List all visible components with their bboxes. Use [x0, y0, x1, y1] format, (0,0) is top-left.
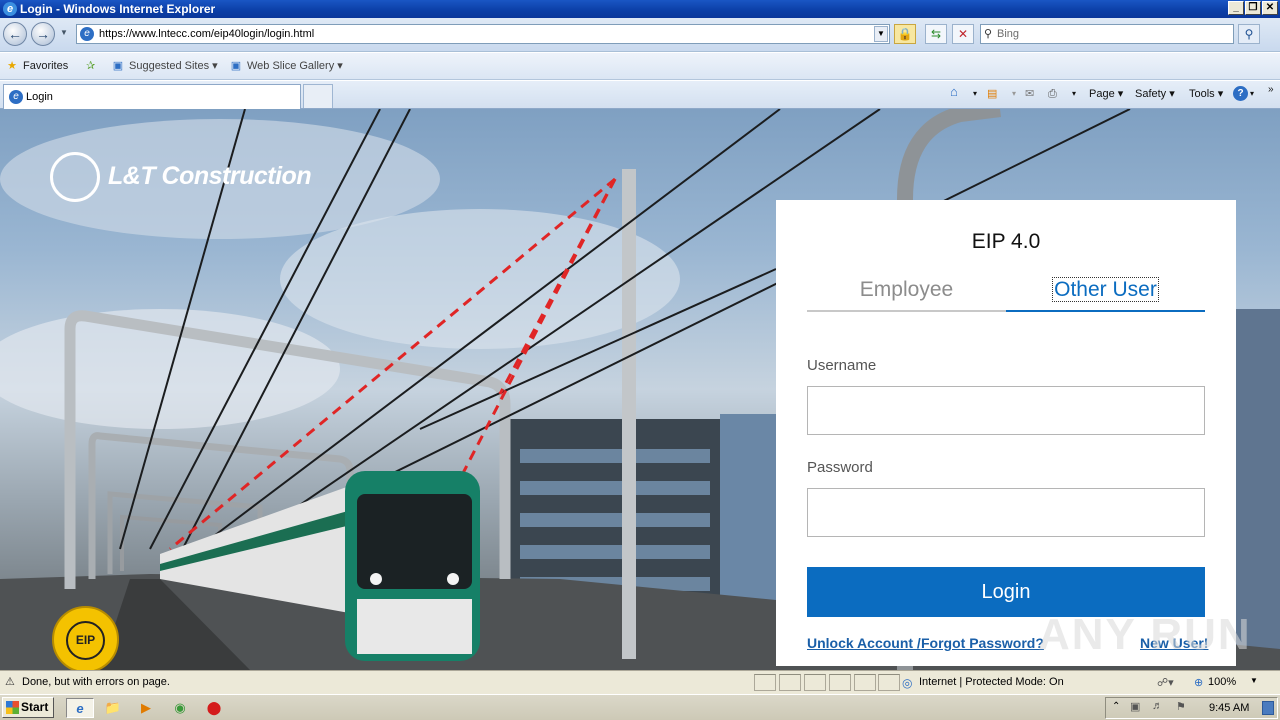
seal-label: EIP — [66, 621, 105, 660]
ie-icon: e — [3, 2, 17, 16]
back-button[interactable]: ← — [3, 22, 27, 46]
home-dropdown-icon[interactable]: ▾ — [973, 87, 977, 101]
password-label: Password — [807, 459, 873, 476]
search-go-button[interactable]: ⚲ — [1238, 24, 1260, 44]
page-icon: e — [80, 27, 94, 41]
favorites-button[interactable]: ★ Favorites — [5, 59, 68, 73]
page-icon: ▣ — [230, 60, 242, 72]
zoom-level[interactable]: 100% — [1208, 676, 1236, 688]
show-desktop-icon[interactable] — [1262, 701, 1274, 715]
favorites-bar: ★ Favorites ✰ ▣ Suggested Sites ▾ ▣ Web Sli… — [0, 53, 1280, 80]
chrome-taskbar-icon[interactable]: ◉ — [170, 698, 190, 718]
page-content: L&T Construction EIP EIP 4.0 Employee Ot… — [0, 109, 1280, 670]
stop-button[interactable]: ✕ — [952, 24, 974, 44]
system-tray: ⌃ ▣ ♬ ⚑ 9:45 AM — [1105, 697, 1278, 719]
mail-icon[interactable]: ✉ — [1025, 87, 1034, 101]
username-input[interactable] — [807, 386, 1205, 435]
page-icon: e — [9, 90, 23, 104]
status-pane — [779, 674, 801, 691]
address-input[interactable]: e https://www.lntecc.com/eip40login/logi… — [76, 24, 890, 44]
globe-icon: ◎ — [902, 676, 913, 690]
tab-employee[interactable]: Employee — [807, 270, 1006, 312]
clock[interactable]: 9:45 AM — [1209, 702, 1249, 714]
status-pane — [754, 674, 776, 691]
network-icon[interactable]: ▣ — [1130, 700, 1140, 713]
protected-mode-icon[interactable]: ☍▾ — [1157, 676, 1174, 689]
eip-seal: EIP — [52, 606, 119, 670]
search-placeholder: Bing — [997, 28, 1020, 40]
zoom-icon: ⊕ — [1194, 677, 1204, 689]
feeds-dropdown-icon[interactable]: ▾ — [1012, 87, 1016, 101]
suggested-sites-link[interactable]: ▣ Suggested Sites ▾ — [111, 59, 218, 73]
page-icon: ▣ — [112, 60, 124, 72]
unlock-account-link[interactable]: Unlock Account / — [807, 635, 921, 651]
tab-other-user[interactable]: Other User — [1006, 270, 1205, 312]
url-text: https://www.lntecc.com/eip40login/login.… — [99, 28, 315, 40]
star-icon: ★ — [7, 60, 17, 72]
start-label: Start — [21, 700, 49, 714]
address-dropdown-icon[interactable]: ▼ — [874, 26, 888, 42]
internet-explorer-taskbar-icon[interactable]: e — [66, 698, 94, 718]
home-icon[interactable]: ⌂ — [950, 85, 958, 99]
status-pane — [804, 674, 826, 691]
status-pane — [878, 674, 900, 691]
tools-menu[interactable]: Tools ▾ — [1189, 87, 1223, 101]
web-slice-gallery-label: Web Slice Gallery ▾ — [247, 60, 343, 72]
folder-taskbar-icon[interactable]: 📁 — [103, 698, 123, 718]
print-icon[interactable]: ⎙ — [1048, 87, 1057, 101]
refresh-button[interactable]: ⇆ — [925, 24, 947, 44]
feeds-icon[interactable]: ▤ — [987, 87, 997, 101]
maximize-button[interactable]: ❐ — [1245, 1, 1261, 15]
taskbar: Start e 📁 ▶ ◉ ⬤ ⌃ ▣ ♬ ⚑ 9:45 AM — [0, 694, 1280, 720]
lock-icon[interactable]: 🔒 — [894, 24, 916, 44]
tab-login[interactable]: e Login — [3, 84, 301, 109]
zone-text: Internet | Protected Mode: On — [919, 676, 1064, 688]
address-toolbar: ← → ▼ e https://www.lntecc.com/eip40logi… — [0, 18, 1280, 52]
status-bar: ⚠ Done, but with errors on page. ◎ Inter… — [0, 670, 1280, 694]
anyrun-watermark: ANY RUN — [1038, 610, 1252, 659]
status-pane — [854, 674, 876, 691]
help-dropdown-icon[interactable]: ▾ — [1250, 87, 1254, 101]
tab-bar: e Login ⌂ ▾ ▤ ▾ ✉ ⎙ ▾ Page ▾ Safety ▾ To… — [0, 81, 1280, 109]
action-center-flag-icon[interactable]: ⚑ — [1176, 700, 1186, 713]
login-title: EIP 4.0 — [971, 230, 1041, 253]
search-input[interactable]: ⚲ Bing — [980, 24, 1234, 44]
suggested-sites-label: Suggested Sites ▾ — [129, 60, 218, 72]
page-menu[interactable]: Page ▾ — [1089, 87, 1123, 101]
add-favorite-icon[interactable]: ✰ — [86, 59, 95, 73]
overflow-chevron-icon[interactable]: » — [1268, 83, 1274, 97]
stop-sign-taskbar-icon[interactable]: ⬤ — [204, 698, 224, 718]
start-button[interactable]: Start — [2, 697, 54, 718]
lt-logo-icon — [50, 152, 100, 202]
window-title-bar[interactable]: e Login - Windows Internet Explorer _ ❐ … — [0, 0, 1280, 18]
window-title: Login - Windows Internet Explorer — [20, 2, 216, 16]
login-panel: EIP 4.0 Employee Other User Username Pas… — [776, 200, 1250, 666]
tab-other-user-label: Other User — [1052, 277, 1159, 302]
favorites-label: Favorites — [23, 60, 69, 72]
warning-icon[interactable]: ⚠ — [5, 675, 18, 688]
new-tab-button[interactable] — [303, 84, 333, 108]
forgot-password-link[interactable]: Forgot Password? — [921, 635, 1044, 651]
help-icon[interactable]: ? — [1233, 86, 1248, 101]
recent-pages-dropdown-icon[interactable]: ▼ — [60, 28, 68, 37]
print-dropdown-icon[interactable]: ▾ — [1072, 87, 1076, 101]
status-pane — [829, 674, 851, 691]
brand-name: L&T Construction — [108, 162, 312, 190]
zoom-dropdown-icon[interactable]: ▼ — [1250, 676, 1258, 685]
web-slice-gallery-link[interactable]: ▣ Web Slice Gallery ▾ — [229, 59, 343, 73]
tray-expand-icon[interactable]: ⌃ — [1112, 701, 1120, 712]
volume-icon[interactable]: ♬ — [1152, 700, 1163, 712]
safety-menu[interactable]: Safety ▾ — [1135, 87, 1175, 101]
tab-label: Login — [26, 91, 53, 103]
username-label: Username — [807, 357, 877, 374]
password-input[interactable] — [807, 488, 1205, 537]
minimize-button[interactable]: _ — [1228, 1, 1244, 15]
close-window-button[interactable]: ✕ — [1262, 1, 1278, 15]
media-player-taskbar-icon[interactable]: ▶ — [136, 698, 156, 718]
status-text: Done, but with errors on page. — [22, 676, 170, 688]
search-icon: ⚲ — [984, 28, 993, 40]
forward-button[interactable]: → — [31, 22, 55, 46]
windows-logo-icon — [6, 701, 19, 714]
